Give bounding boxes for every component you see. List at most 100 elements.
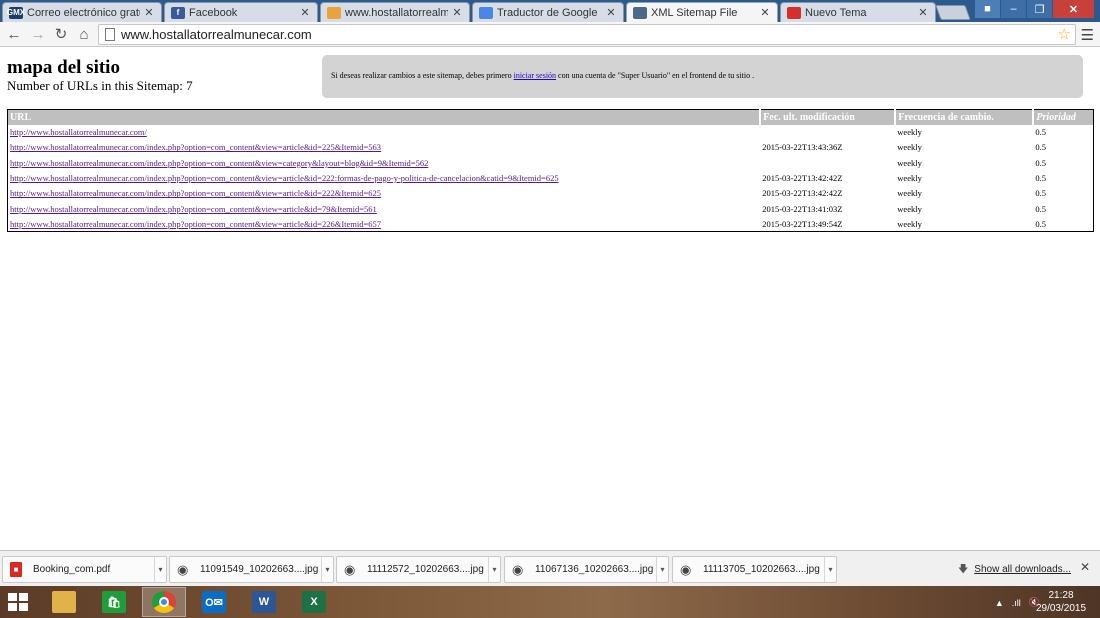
window-close-button[interactable]: ✕ <box>1052 0 1094 18</box>
table-row: http://www.hostallatorrealmunecar.com/in… <box>8 140 1094 155</box>
store-icon: 🛍 <box>102 591 126 613</box>
download-menu-chevron-icon[interactable]: ▾ <box>824 557 836 582</box>
address-bar[interactable]: www.hostallatorrealmunecar.com ☆ <box>98 24 1076 45</box>
sitemap-url-link[interactable]: http://www.hostallatorrealmunecar.com/in… <box>10 173 559 183</box>
browser-tab[interactable]: www.hostallatorrealmune✕ <box>320 2 470 22</box>
browser-tab[interactable]: XML Sitemap File ✕ <box>626 2 778 22</box>
tab-title: Correo electrónico gratuit <box>27 6 140 19</box>
table-row: http://www.hostallatorrealmunecar.com/we… <box>8 125 1094 140</box>
sitemap-url-link[interactable]: http://www.hostallatorrealmunecar.com/in… <box>10 204 377 214</box>
cell-last-modified: 2015-03-22T13:42:42Z <box>762 188 843 199</box>
new-tab-button[interactable] <box>935 5 971 20</box>
sitemap-url-link[interactable]: http://www.hostallatorrealmunecar.com/in… <box>10 142 381 152</box>
cell-change-frequency: weekly <box>897 218 922 229</box>
sitemap-url-link[interactable]: http://www.hostallatorrealmunecar.com/in… <box>10 188 381 198</box>
cell-url: http://www.hostallatorrealmunecar.com/in… <box>8 170 761 185</box>
address-bar-url[interactable]: www.hostallatorrealmunecar.com <box>121 26 312 44</box>
browser-tab[interactable]: GMX Correo electrónico gratuit ✕ <box>2 2 162 22</box>
sitemap-table: URL Fec. ult. modificación Frecuencia de… <box>7 109 1094 233</box>
download-item[interactable]: ◉ 11091549_10202663....jpg ▾ <box>169 556 334 583</box>
taskbar-app[interactable]: 🛍 <box>92 587 136 617</box>
cell-change-frequency: weekly <box>897 127 922 138</box>
sitemap-url-link[interactable]: http://www.hostallatorrealmunecar.com/in… <box>10 158 428 168</box>
download-item[interactable]: ◉ 11112572_10202663....jpg ▾ <box>336 556 501 583</box>
cell-priority: 0.5 <box>1035 218 1047 229</box>
taskbar-clock[interactable]: 21:28 29/03/2015 <box>1032 589 1090 615</box>
outlook-icon: O✉ <box>202 591 226 613</box>
taskbar-app[interactable] <box>142 587 186 617</box>
taskbar-app[interactable]: X <box>292 587 336 617</box>
table-row: http://www.hostallatorrealmunecar.com/in… <box>8 186 1094 201</box>
network-signal-icon[interactable]: .ıll <box>1012 598 1021 608</box>
column-header-modified[interactable]: Fec. ult. modificación <box>760 109 897 125</box>
show-hidden-icons-icon[interactable]: ▲ <box>995 598 1004 608</box>
cell-last-modified: 2015-03-22T13:42:42Z <box>762 173 843 184</box>
table-row: http://www.hostallatorrealmunecar.com/in… <box>8 201 1094 216</box>
chrome-icon <box>152 591 176 613</box>
windows-start-icon[interactable] <box>8 593 28 611</box>
excel-icon: X <box>302 591 326 613</box>
page-icon <box>105 28 115 41</box>
joomla-icon <box>327 6 341 19</box>
sitemap-url-link[interactable]: http://www.hostallatorrealmunecar.com/in… <box>10 219 381 229</box>
download-menu-chevron-icon[interactable]: ▾ <box>154 557 166 582</box>
download-menu-chevron-icon[interactable]: ▾ <box>488 557 500 582</box>
taskbar-app[interactable] <box>42 587 86 617</box>
login-link[interactable]: iniciar sesión <box>514 71 556 80</box>
download-item[interactable]: ■ Booking_com.pdf ▾ <box>2 556 167 583</box>
tab-title: www.hostallatorrealmune <box>345 6 448 19</box>
bookmark-star-icon[interactable]: ☆ <box>1058 25 1071 43</box>
tab-close-icon[interactable]: ✕ <box>299 6 311 19</box>
minimize-button[interactable]: – <box>1000 0 1026 18</box>
browser-tab[interactable]: Traductor de Google ✕ <box>472 2 624 22</box>
taskbar-app[interactable]: O✉ <box>192 587 236 617</box>
cell-url: http://www.hostallatorrealmunecar.com/in… <box>8 216 761 231</box>
tab-close-icon[interactable]: ✕ <box>917 6 929 19</box>
url-count-text: Number of URLs in this Sitemap: 7 <box>7 78 193 93</box>
notice-text-before: Si deseas realizar cambios a este sitema… <box>331 71 514 80</box>
login-notice-text: Si deseas realizar cambios a este sitema… <box>331 71 754 80</box>
cell-priority: 0.5 <box>1035 173 1047 184</box>
cell-change-frequency: weekly <box>897 157 922 168</box>
user-profile-icon[interactable]: ■ <box>974 0 1000 18</box>
show-all-downloads-link[interactable]: 🡇 Show all downloads... <box>958 562 1071 579</box>
chrome-menu-icon[interactable]: ☰ <box>1081 26 1094 44</box>
cell-priority: 0.5 <box>1035 203 1047 214</box>
sitemap-url-link[interactable]: http://www.hostallatorrealmunecar.com/ <box>10 127 147 137</box>
cell-priority: 0.5 <box>1035 127 1047 138</box>
wix-icon <box>787 6 801 19</box>
cell-last-modified: 2015-03-22T13:43:36Z <box>762 142 843 153</box>
page-title: mapa del sitio <box>7 57 120 78</box>
download-arrow-icon: 🡇 <box>958 564 969 575</box>
back-arrow-icon[interactable]: ← <box>5 25 23 43</box>
download-menu-chevron-icon[interactable]: ▾ <box>321 557 333 582</box>
home-icon[interactable]: ⌂ <box>75 25 93 43</box>
download-filename: 11067136_10202663....jpg <box>535 564 654 575</box>
cell-priority: 0.5 <box>1035 142 1047 153</box>
column-header-frequency[interactable]: Frecuencia de cambio. <box>895 109 1035 125</box>
cell-last-modified <box>760 155 895 170</box>
forward-arrow-icon[interactable]: → <box>29 25 47 43</box>
browser-tab[interactable]: f Facebook ✕ <box>164 2 318 22</box>
download-menu-chevron-icon[interactable]: ▾ <box>656 557 668 582</box>
tab-close-icon[interactable]: ✕ <box>143 6 155 19</box>
cell-url: http://www.hostallatorrealmunecar.com/ <box>8 125 761 140</box>
tab-close-icon[interactable]: ✕ <box>759 6 771 19</box>
download-item[interactable]: ◉ 11067136_10202663....jpg ▾ <box>504 556 669 583</box>
maximize-button[interactable]: ❐ <box>1026 0 1052 18</box>
tab-close-icon[interactable]: ✕ <box>605 6 617 19</box>
tab-close-icon[interactable]: ✕ <box>451 6 463 19</box>
show-all-downloads-label[interactable]: Show all downloads... <box>974 564 1071 575</box>
download-item[interactable]: ◉ 11113705_10202663....jpg ▾ <box>672 556 837 583</box>
cell-change-frequency: weekly <box>897 142 922 153</box>
browser-tab[interactable]: Nuevo Tema ✕ <box>780 2 936 22</box>
eye-icon: ◉ <box>344 562 356 577</box>
column-header-url[interactable]: URL <box>7 109 762 125</box>
column-header-priority[interactable]: Prioridad <box>1033 109 1094 125</box>
taskbar-app[interactable]: W <box>242 587 286 617</box>
window-controls: ■ – ❐ ✕ <box>974 0 1094 18</box>
table-row: http://www.hostallatorrealmunecar.com/in… <box>8 216 1094 231</box>
reload-icon[interactable]: ↻ <box>52 25 70 43</box>
download-filename: Booking_com.pdf <box>33 564 111 575</box>
close-download-shelf-icon[interactable]: ✕ <box>1080 560 1090 574</box>
